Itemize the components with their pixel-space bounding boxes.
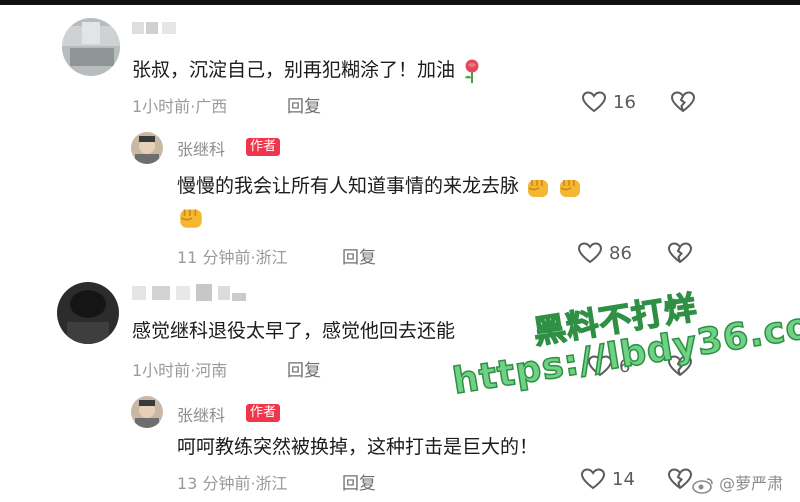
avatar[interactable] bbox=[57, 282, 119, 344]
blurred-username bbox=[132, 284, 246, 301]
weibo-icon bbox=[692, 477, 713, 494]
like-count: 16 bbox=[613, 91, 636, 113]
comment-location: 浙江 bbox=[255, 248, 288, 267]
comment-meta: 13 分钟前·浙江 bbox=[177, 470, 288, 494]
like-count: 14 bbox=[612, 468, 635, 490]
avatar[interactable] bbox=[131, 132, 163, 164]
comment-time: 11 分钟前 bbox=[177, 248, 251, 267]
heart-icon bbox=[580, 468, 606, 490]
comment-meta: 11 分钟前·浙江 bbox=[177, 244, 288, 268]
broken-heart-icon[interactable] bbox=[670, 90, 696, 114]
author-username[interactable]: 张继科 bbox=[177, 402, 225, 426]
heart-icon bbox=[577, 242, 603, 264]
comment-time: 1小时前 bbox=[132, 97, 191, 116]
fist-icon bbox=[560, 179, 581, 197]
comment-text: 呵呵教练突然被换掉，这种打击是巨大的！ bbox=[177, 436, 539, 458]
avatar-image bbox=[57, 282, 119, 344]
rose-icon bbox=[465, 59, 479, 83]
top-bar bbox=[0, 0, 800, 5]
comment-text: 感觉继科退役太早了，感觉他回去还能 bbox=[132, 320, 456, 342]
author-badge: 作者 bbox=[246, 404, 281, 422]
weibo-source-mark: @萝严肃 bbox=[692, 470, 783, 494]
reply-button[interactable]: 回复 bbox=[287, 92, 321, 117]
avatar-image bbox=[62, 18, 120, 76]
avatar[interactable] bbox=[131, 396, 163, 428]
author-badge: 作者 bbox=[246, 138, 281, 156]
comment-meta: 1小时前·河南 bbox=[132, 357, 227, 381]
fist-icon bbox=[180, 209, 202, 228]
author-username[interactable]: 张继科 bbox=[177, 136, 225, 160]
comment-location: 浙江 bbox=[255, 474, 288, 493]
like-count: 86 bbox=[609, 242, 632, 264]
broken-heart-icon[interactable] bbox=[667, 467, 693, 491]
broken-heart-icon[interactable] bbox=[667, 241, 693, 265]
comment-text: 慢慢的我会让所有人知道事情的来龙去脉 bbox=[177, 171, 583, 200]
avatar-image bbox=[131, 132, 163, 164]
comment-location: 河南 bbox=[195, 361, 228, 380]
like-button[interactable]: 86 bbox=[577, 241, 632, 265]
reply-button[interactable]: 回复 bbox=[287, 356, 321, 381]
fist-icon bbox=[528, 179, 549, 197]
avatar-image bbox=[131, 396, 163, 428]
weibo-handle: @萝严肃 bbox=[719, 474, 784, 493]
reply-button[interactable]: 回复 bbox=[342, 469, 376, 494]
blurred-username bbox=[132, 22, 176, 34]
comment-time: 1小时前 bbox=[132, 361, 191, 380]
avatar[interactable] bbox=[62, 18, 120, 76]
comment-meta: 1小时前·广西 bbox=[132, 93, 227, 117]
comment-text: 张叔，沉淀自己，别再犯糊涂了！加油 bbox=[132, 55, 483, 84]
like-button[interactable]: 14 bbox=[580, 467, 635, 491]
like-button[interactable]: 16 bbox=[581, 90, 636, 114]
reply-button[interactable]: 回复 bbox=[342, 243, 376, 268]
heart-icon bbox=[581, 91, 607, 113]
comment-location: 广西 bbox=[195, 97, 228, 116]
comment-time: 13 分钟前 bbox=[177, 474, 251, 493]
